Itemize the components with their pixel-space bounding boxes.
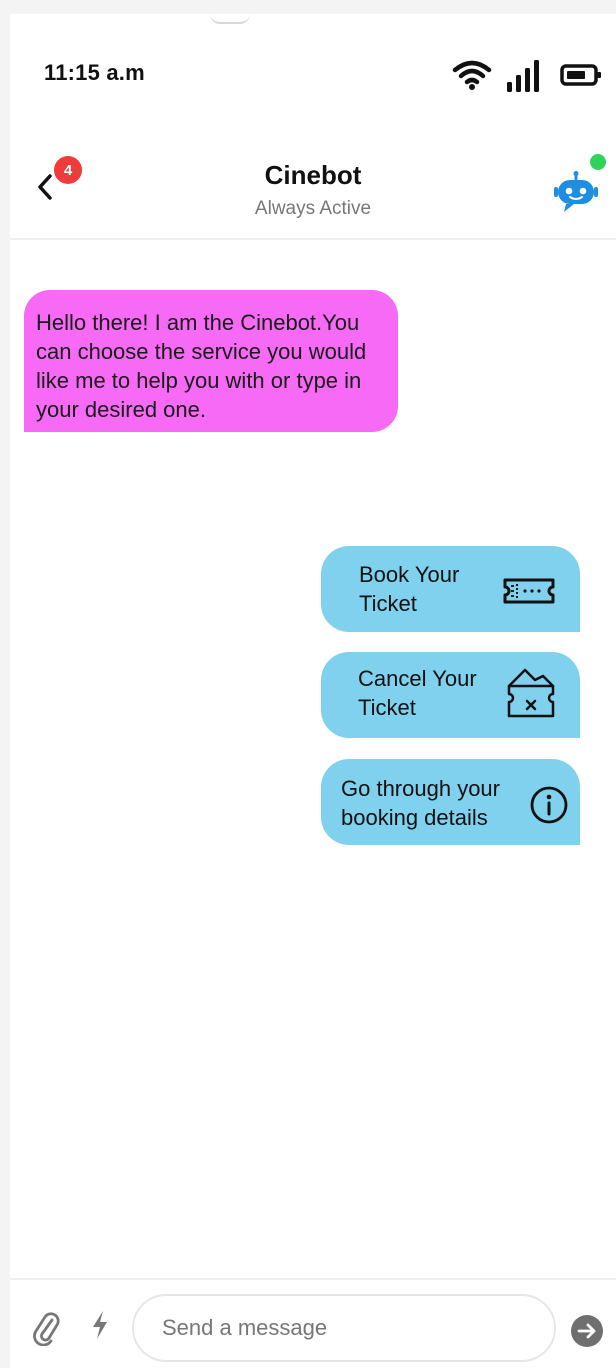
message-input-bar <box>10 1278 616 1368</box>
robot-icon[interactable] <box>554 170 598 214</box>
status-icons <box>452 58 602 92</box>
online-indicator <box>590 154 606 170</box>
status-bar: 11:15 a.m <box>10 14 616 124</box>
chat-title: Cinebot <box>264 160 362 190</box>
send-arrow-icon[interactable] <box>570 1314 604 1348</box>
lightning-icon[interactable] <box>90 1310 110 1340</box>
booking-details-option[interactable]: Go through your booking details <box>321 759 580 845</box>
status-time: 11:15 a.m <box>44 60 145 85</box>
option-label: Book Your Ticket <box>359 562 460 616</box>
cancel-ticket-icon <box>507 668 555 718</box>
cancel-ticket-option[interactable]: Cancel Your Ticket <box>321 652 580 738</box>
chat-header: 4 Cinebot Always Active <box>10 132 616 240</box>
bot-message-bubble: Hello there! I am the Cinebot.You can ch… <box>24 290 398 432</box>
wifi-icon <box>452 60 492 90</box>
option-label: Go through your booking details <box>341 776 500 830</box>
paperclip-icon[interactable] <box>32 1310 60 1346</box>
phone-screen: 11:15 a.m 4 Cinebot Always Active Hello … <box>10 14 616 1368</box>
info-icon <box>530 786 568 824</box>
message-input[interactable] <box>132 1294 556 1362</box>
ticket-icon <box>503 578 555 604</box>
chat-status: Always Active <box>254 198 372 219</box>
option-label: Cancel Your Ticket <box>358 666 477 720</box>
signal-icon <box>507 60 539 92</box>
battery-icon <box>560 64 601 86</box>
book-ticket-option[interactable]: Book Your Ticket <box>321 546 580 632</box>
